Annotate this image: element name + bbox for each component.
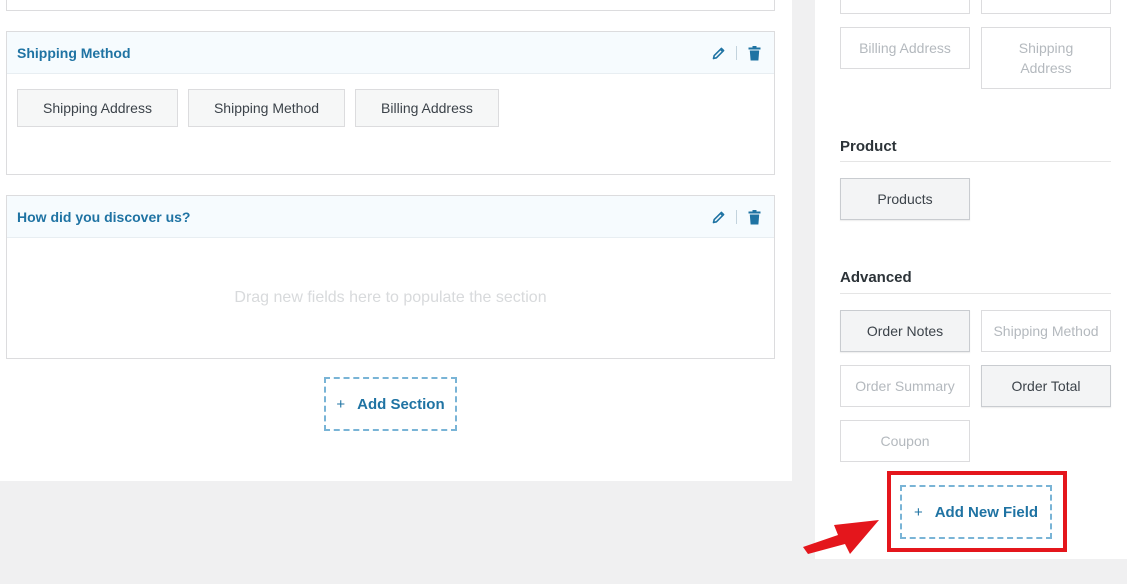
trash-icon[interactable] [746,45,762,61]
trash-icon[interactable] [746,209,762,225]
field-tile-billing-address[interactable]: Billing Address [840,27,970,69]
field-tile-order-total[interactable]: Order Total [981,365,1111,407]
group-title-product: Product [840,138,897,155]
section-header: How did you discover us? [7,196,774,238]
field-tile-top-left[interactable] [840,0,970,14]
field-tile-top-right[interactable] [981,0,1111,14]
highlight-box [887,471,1067,552]
add-section-label: Add Section [357,395,445,413]
pencil-icon[interactable] [711,45,727,61]
pointer-arrow-icon [803,520,879,554]
section-title: Shipping Method [17,44,131,61]
action-separator [736,46,737,60]
section-actions [711,196,762,238]
field-shipping-address[interactable]: Shipping Address [17,89,178,127]
field-tile-order-notes[interactable]: Order Notes [840,310,970,352]
field-tile-products[interactable]: Products [840,178,970,220]
field-shipping-method[interactable]: Shipping Method [187,89,346,127]
field-tile-coupon[interactable]: Coupon [840,420,970,462]
pencil-icon[interactable] [711,209,727,225]
section-shipping-method: Shipping Method Shipping Address Shippin… [6,31,775,175]
previous-section [6,0,775,11]
divider [840,293,1111,294]
field-tile-shipping-address[interactable]: Shipping Address [981,27,1111,89]
section-title: How did you discover us? [17,208,191,225]
section-discover: How did you discover us? Drag new fields… [6,195,775,359]
drop-zone-hint[interactable]: Drag new fields here to populate the sec… [7,238,774,358]
section-actions [711,32,762,74]
action-separator [736,210,737,224]
section-fields: Shipping Address Shipping Method Billing… [7,74,774,142]
builder-panel: Shipping Method Shipping Address Shippin… [0,0,792,481]
field-billing-address[interactable]: Billing Address [355,89,499,127]
add-section-button[interactable]: + Add Section [324,377,457,431]
field-tile-shipping-method[interactable]: Shipping Method [981,310,1111,352]
group-title-advanced: Advanced [840,269,912,286]
field-tile-order-summary[interactable]: Order Summary [840,365,970,407]
section-header: Shipping Method [7,32,774,74]
plus-icon: + [336,395,346,413]
divider [840,161,1111,162]
